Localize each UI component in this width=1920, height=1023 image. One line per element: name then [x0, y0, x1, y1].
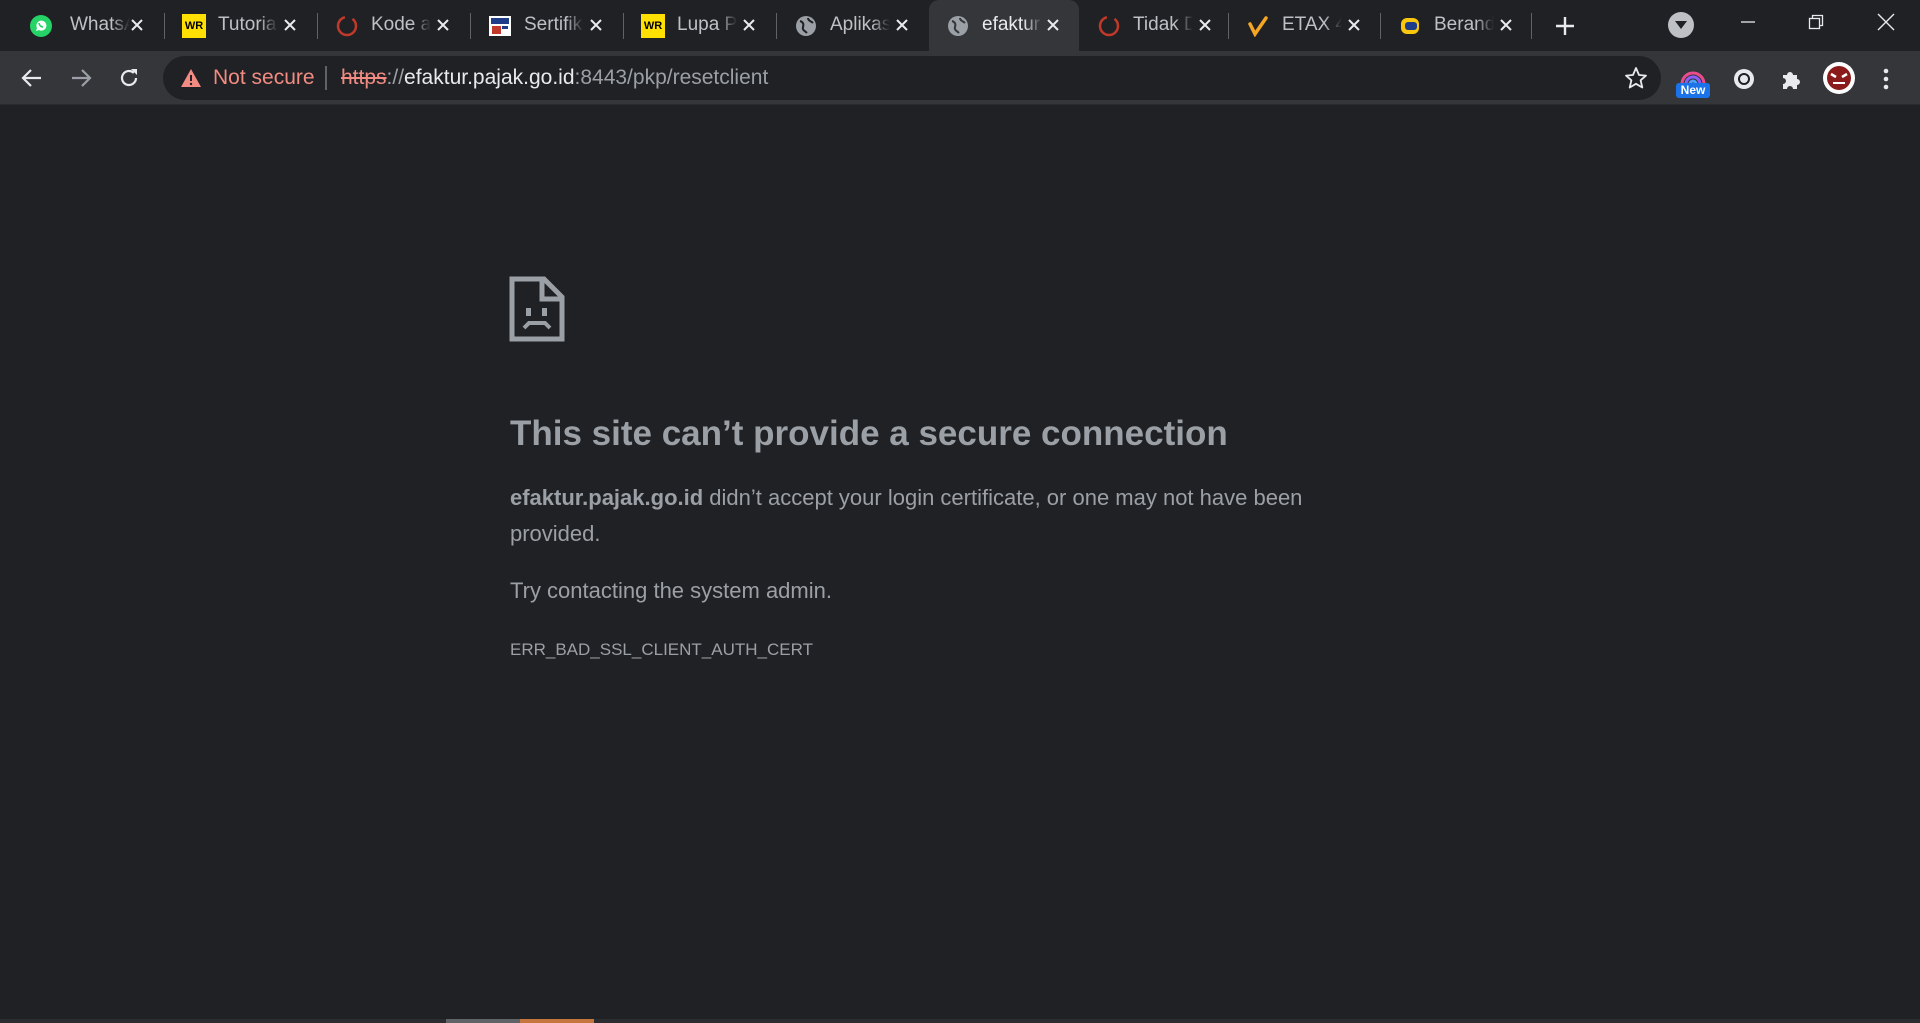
- tab-sertifikat[interactable]: Sertifik: [471, 0, 622, 51]
- chat-bubble-icon: [1734, 69, 1754, 89]
- tab-title: ETAX 4: [1282, 14, 1342, 35]
- reload-button[interactable]: [113, 62, 145, 94]
- new-tab-button[interactable]: [1548, 9, 1582, 43]
- error-suggestion: Try contacting the system admin.: [510, 578, 832, 603]
- tab-tidak[interactable]: Tidak D: [1080, 0, 1231, 51]
- restore-button[interactable]: [1782, 0, 1850, 44]
- tab-title: Aplikas: [830, 14, 890, 35]
- tab-close-icon[interactable]: [278, 13, 302, 37]
- tab-close-icon[interactable]: [584, 13, 608, 37]
- url-separator: ://: [386, 66, 405, 89]
- error-title: This site can’t provide a secure connect…: [510, 414, 1228, 453]
- sad-document-icon: [509, 276, 565, 342]
- restore-icon: [1808, 14, 1824, 30]
- tab-close-icon[interactable]: [737, 13, 761, 37]
- url-path: :8443/pkp/resetclient: [574, 66, 769, 89]
- tab-title: Berand: [1434, 14, 1494, 35]
- url-text[interactable]: https://efaktur.pajak.go.id:8443/pkp/res…: [341, 66, 768, 90]
- tab-kode[interactable]: Kode a: [318, 0, 469, 51]
- error-host: efaktur.pajak.go.id: [510, 485, 704, 510]
- plus-icon: [1556, 17, 1574, 35]
- tab-divider: [1531, 13, 1532, 39]
- tab-close-icon[interactable]: [1193, 13, 1217, 37]
- chevron-down-icon: [1675, 21, 1687, 29]
- tab-title: Sertifik: [524, 14, 583, 35]
- url-host: efaktur.pajak.go.id: [404, 66, 575, 89]
- url-scheme: https: [341, 66, 387, 89]
- error-description: efaktur.pajak.go.id didn’t accept your l…: [510, 480, 1360, 552]
- tab-title: efaktur: [982, 14, 1041, 35]
- chrome-menu-button[interactable]: [1870, 63, 1902, 95]
- tab-aplikasi[interactable]: Aplikas: [777, 0, 928, 51]
- extension-new-badge: New: [1676, 83, 1710, 98]
- bookmark-star-button[interactable]: [1623, 65, 1649, 91]
- tab-lupa[interactable]: WR Lupa P: [624, 0, 775, 51]
- tab-beranda[interactable]: Berand: [1381, 0, 1532, 51]
- taskbar-indicator: [446, 1019, 520, 1023]
- wr-icon: WR: [640, 13, 666, 39]
- extensions-button[interactable]: [1775, 63, 1807, 95]
- tab-close-icon[interactable]: [431, 13, 455, 37]
- bottom-border: [0, 1019, 1920, 1023]
- tab-close-icon[interactable]: [890, 13, 914, 37]
- tab-close-icon[interactable]: [125, 13, 149, 37]
- puzzle-icon: [1783, 72, 1800, 89]
- certificate-icon: [487, 13, 513, 39]
- kebab-menu-icon: [1883, 68, 1889, 90]
- tab-whatsapp[interactable]: WhatsApp: [0, 0, 163, 51]
- star-icon: [1625, 67, 1647, 89]
- browser-toolbar: Not secure https://efaktur.pajak.go.id:8…: [0, 51, 1920, 105]
- tab-title: Lupa P: [677, 14, 737, 35]
- extension-circle-button[interactable]: [1728, 63, 1760, 95]
- tab-close-icon[interactable]: [1342, 13, 1366, 37]
- tab-title: Kode a: [371, 14, 431, 35]
- tab-search-button[interactable]: [1668, 12, 1694, 38]
- beranda-icon: [1397, 13, 1423, 39]
- back-button[interactable]: [16, 62, 48, 94]
- omnibox-divider: [325, 66, 327, 90]
- minimize-icon: [1741, 21, 1755, 23]
- reload-icon: [120, 69, 138, 87]
- minimize-button[interactable]: [1714, 0, 1782, 44]
- page-content: This site can’t provide a secure connect…: [0, 106, 1920, 1023]
- tab-title: Tidak D: [1133, 14, 1193, 35]
- checkmark-icon: [1245, 13, 1271, 39]
- globe-icon: [945, 13, 971, 39]
- window-close-button[interactable]: [1852, 0, 1920, 44]
- avatar-icon: [1823, 62, 1855, 94]
- tab-close-icon[interactable]: [1041, 13, 1065, 37]
- wr-icon: WR: [181, 13, 207, 39]
- close-icon: [1877, 13, 1895, 31]
- tab-title: WhatsApp: [70, 14, 130, 35]
- tab-tutorial[interactable]: WR Tutorial: [165, 0, 316, 51]
- profile-avatar[interactable]: [1822, 61, 1856, 95]
- whatsapp-icon: [28, 13, 54, 39]
- arrow-left-icon: [21, 69, 41, 87]
- taskbar-indicator-active: [520, 1019, 594, 1023]
- not-secure-label[interactable]: Not secure: [213, 66, 315, 90]
- globe-icon: [793, 13, 819, 39]
- warning-icon[interactable]: [180, 67, 202, 89]
- tab-efaktur-active[interactable]: efaktur: [929, 0, 1079, 51]
- tab-etax[interactable]: ETAX 4: [1229, 0, 1380, 51]
- tab-close-icon[interactable]: [1494, 13, 1518, 37]
- loading-ring-icon: [1096, 13, 1122, 39]
- loading-ring-icon: [334, 13, 360, 39]
- error-code[interactable]: ERR_BAD_SSL_CLIENT_AUTH_CERT: [510, 640, 813, 660]
- tab-title: Tutorial: [218, 14, 278, 35]
- address-bar[interactable]: Not secure https://efaktur.pajak.go.id:8…: [163, 56, 1661, 100]
- forward-button[interactable]: [65, 62, 97, 94]
- tab-strip: WhatsApp WR Tutorial Kode a Sertifik: [0, 0, 1920, 51]
- arrow-right-icon: [72, 69, 92, 87]
